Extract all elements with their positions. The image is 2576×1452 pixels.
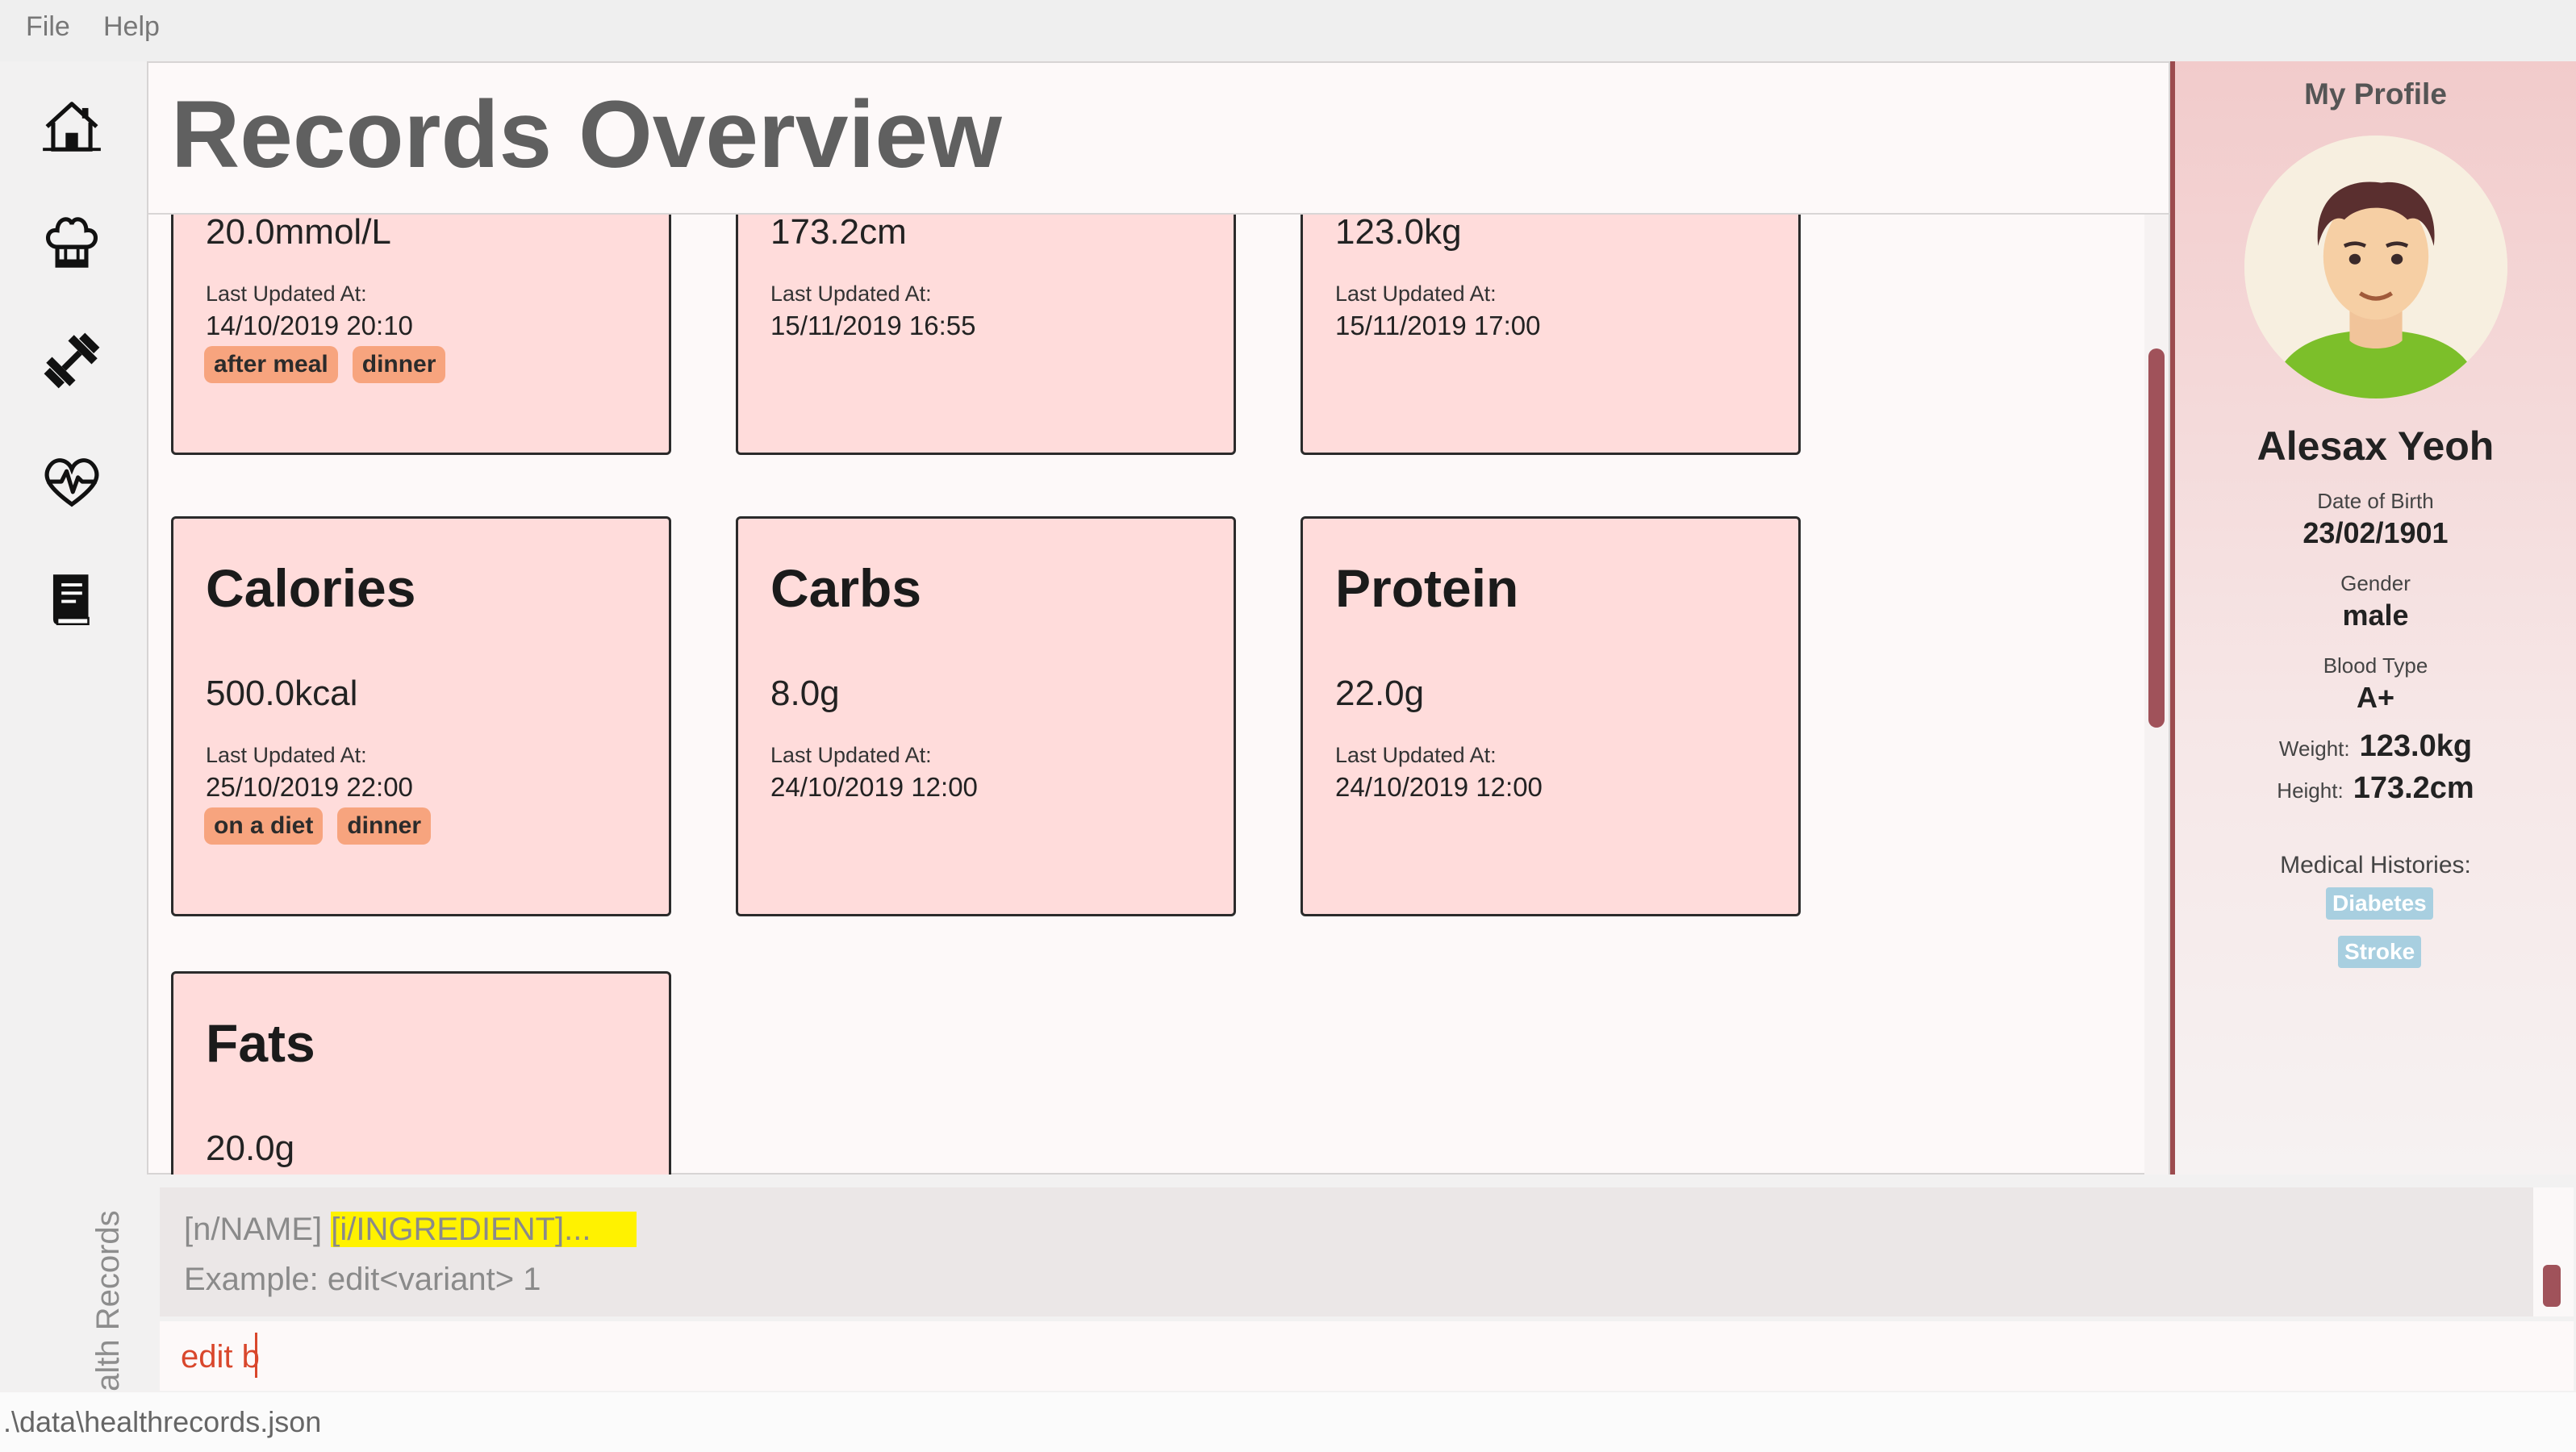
card-updated-label: Last Updated At: xyxy=(1335,743,1497,767)
home-icon[interactable] xyxy=(39,94,105,160)
card-value: 20.0mmol/L xyxy=(206,215,391,252)
tag: dinner xyxy=(352,346,446,383)
menu-bar: File Help xyxy=(0,0,2576,61)
save-file-path: .\data\healthrecords.json xyxy=(3,1405,322,1438)
card-tags: after meal dinner xyxy=(204,346,446,383)
card-updated-label: Last Updated At: xyxy=(770,743,932,767)
card-value: 20.0g xyxy=(206,1129,295,1168)
record-card-blood-sugar[interactable]: 20.0mmol/L Last Updated At: 14/10/2019 2… xyxy=(171,215,671,455)
records-scroll-thumb[interactable] xyxy=(2148,348,2165,728)
card-value: 500.0kcal xyxy=(206,674,358,713)
height-row: Height: 173.2cm xyxy=(2175,771,2576,806)
chef-hat-icon[interactable] xyxy=(39,210,105,276)
record-card-carbs[interactable]: Carbs 8.0g Last Updated At: 24/10/2019 1… xyxy=(736,516,1236,916)
result-display: [n/NAME] [i/INGREDIENT]... Example: edit… xyxy=(160,1187,2533,1316)
page-title: Records Overview xyxy=(171,81,1002,188)
command-box xyxy=(160,1321,2574,1391)
menu-file[interactable]: File xyxy=(26,11,70,43)
command-input[interactable] xyxy=(179,1333,2522,1381)
card-updated-value: 24/10/2019 12:00 xyxy=(1335,772,1543,802)
dob-label: Date of Birth xyxy=(2317,489,2434,513)
medical-history-tag: Diabetes xyxy=(2326,887,2433,920)
usage-highlight: [i/INGREDIENT]... xyxy=(331,1212,637,1247)
medical-history-tag: Stroke xyxy=(2338,936,2422,968)
card-updated-value: 15/11/2019 16:55 xyxy=(770,311,976,340)
dumbbell-icon[interactable] xyxy=(39,328,105,394)
medical-histories-label: Medical Histories: xyxy=(2280,852,2471,878)
card-updated-label: Last Updated At: xyxy=(770,282,932,306)
blood-type-value: A+ xyxy=(2356,681,2395,714)
tag: on a diet xyxy=(204,807,324,845)
card-value: 22.0g xyxy=(1335,674,1425,713)
record-card-protein[interactable]: Protein 22.0g Last Updated At: 24/10/201… xyxy=(1301,516,1801,916)
tag: after meal xyxy=(204,346,338,383)
card-title: Protein xyxy=(1335,558,1519,618)
card-updated-value: 24/10/2019 12:00 xyxy=(770,772,978,802)
result-scrollbar[interactable] xyxy=(2533,1187,2574,1316)
weight-value: 123.0kg xyxy=(2359,729,2473,763)
record-card-fats[interactable]: Fats 20.0g xyxy=(171,971,671,1175)
usage-prefix: [n/NAME] xyxy=(184,1212,332,1247)
gender-value: male xyxy=(2342,599,2409,632)
dob-value: 23/02/1901 xyxy=(2303,516,2449,549)
record-card-height[interactable]: 173.2cm Last Updated At: 15/11/2019 16:5… xyxy=(736,215,1236,455)
records-scrollbar[interactable] xyxy=(2144,215,2169,1175)
card-updated-value: 25/10/2019 22:00 xyxy=(206,772,413,802)
status-bar: .\data\healthrecords.json xyxy=(0,1392,2576,1452)
result-example-line: Example: edit<variant> 1 xyxy=(184,1262,541,1297)
card-updated-value: 15/11/2019 17:00 xyxy=(1335,311,1541,340)
result-scroll-thumb[interactable] xyxy=(2543,1265,2561,1307)
card-updated-label: Last Updated At: xyxy=(206,282,367,306)
card-value: 8.0g xyxy=(770,674,840,713)
heartbeat-icon[interactable] xyxy=(39,449,105,515)
weight-label: Weight: xyxy=(2278,736,2350,761)
avatar xyxy=(2244,136,2507,398)
sidebar: Health Records xyxy=(0,61,147,1433)
record-card-weight[interactable]: 123.0kg Last Updated At: 15/11/2019 17:0… xyxy=(1301,215,1801,455)
card-value: 173.2cm xyxy=(770,215,907,252)
weight-row: Weight: 123.0kg xyxy=(2175,729,2576,764)
profile-panel: My Profile Alesax Yeoh Date of Birth 23/… xyxy=(2170,61,2576,1175)
records-panel: Records Overview 20.0mmol/L Last Updated… xyxy=(147,61,2172,1175)
card-updated-label: Last Updated At: xyxy=(1335,282,1497,306)
tag: dinner xyxy=(337,807,432,845)
card-title: Carbs xyxy=(770,558,922,618)
card-title: Fats xyxy=(206,1013,315,1073)
blood-type-label: Blood Type xyxy=(2323,653,2428,678)
card-tags: on a diet dinner xyxy=(204,807,432,845)
height-value: 173.2cm xyxy=(2353,771,2474,805)
result-usage-line: [n/NAME] [i/INGREDIENT]... xyxy=(184,1212,637,1248)
profile-heading: My Profile xyxy=(2304,77,2447,111)
card-updated-value: 14/10/2019 20:10 xyxy=(206,311,413,340)
gender-label: Gender xyxy=(2340,571,2411,595)
text-caret xyxy=(255,1333,257,1378)
height-label: Height: xyxy=(2277,778,2344,803)
card-title: Calories xyxy=(206,558,416,618)
card-value: 123.0kg xyxy=(1335,215,1462,252)
cards-area[interactable]: 20.0mmol/L Last Updated At: 14/10/2019 2… xyxy=(148,215,2141,1175)
record-card-calories[interactable]: Calories 500.0kcal Last Updated At: 25/1… xyxy=(171,516,671,916)
book-icon[interactable] xyxy=(39,566,105,632)
menu-help[interactable]: Help xyxy=(103,11,160,43)
profile-name: Alesax Yeoh xyxy=(2257,424,2495,469)
card-updated-label: Last Updated At: xyxy=(206,743,367,767)
